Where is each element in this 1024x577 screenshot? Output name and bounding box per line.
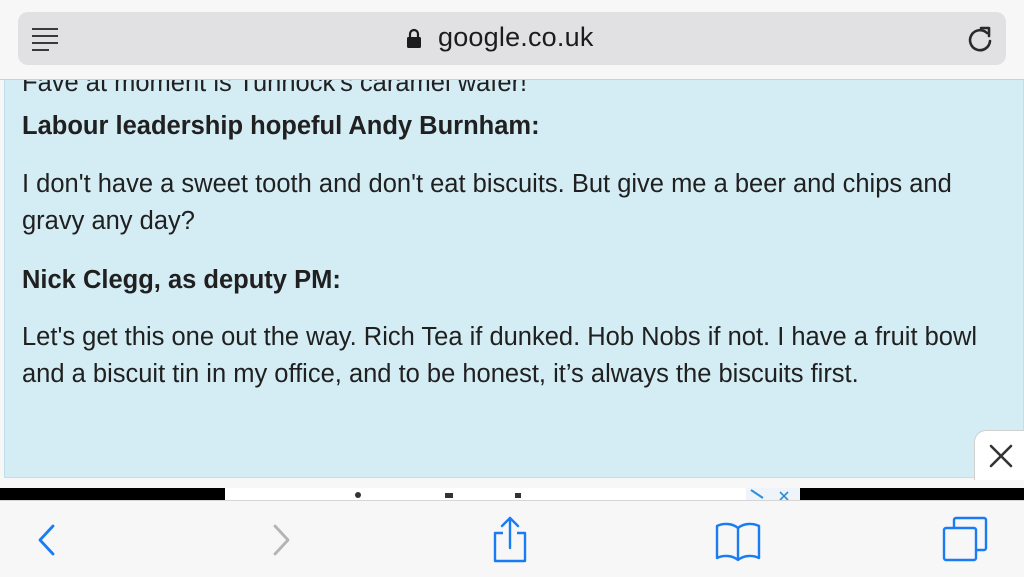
- close-ad-button[interactable]: [974, 430, 1024, 480]
- cut-off-text: Fave at moment is Tunnock's caramel wafe…: [22, 80, 528, 97]
- forward-icon[interactable]: [256, 515, 306, 565]
- address-bar: google.co.uk: [0, 0, 1024, 80]
- quote-text: Let's get this one out the way. Rich Tea…: [22, 323, 978, 388]
- reader-mode-icon[interactable]: [32, 26, 62, 52]
- speaker-heading: Nick Clegg, as deputy PM:: [22, 266, 341, 294]
- ad-banner[interactable]: [225, 488, 800, 500]
- back-icon[interactable]: [22, 515, 72, 565]
- lock-icon: [407, 28, 421, 48]
- speaker-heading: Labour leadership hopeful Andy Burnham:: [22, 112, 540, 140]
- url-text: google.co.uk: [438, 22, 594, 52]
- close-icon: [989, 444, 1013, 468]
- page-content: Fave at moment is Tunnock's caramel wafe…: [0, 80, 1024, 488]
- tabs-icon[interactable]: [940, 515, 990, 565]
- share-icon[interactable]: [485, 515, 535, 565]
- reload-icon[interactable]: [966, 24, 994, 54]
- bookmarks-icon[interactable]: [713, 515, 763, 565]
- article-box: Fave at moment is Tunnock's caramel wafe…: [4, 80, 1024, 478]
- url-field[interactable]: google.co.uk: [18, 12, 1006, 65]
- adchoices-icon[interactable]: [746, 488, 800, 501]
- quote-text: I don't have a sweet tooth and don't eat…: [22, 170, 952, 235]
- bottom-toolbar: [0, 500, 1024, 577]
